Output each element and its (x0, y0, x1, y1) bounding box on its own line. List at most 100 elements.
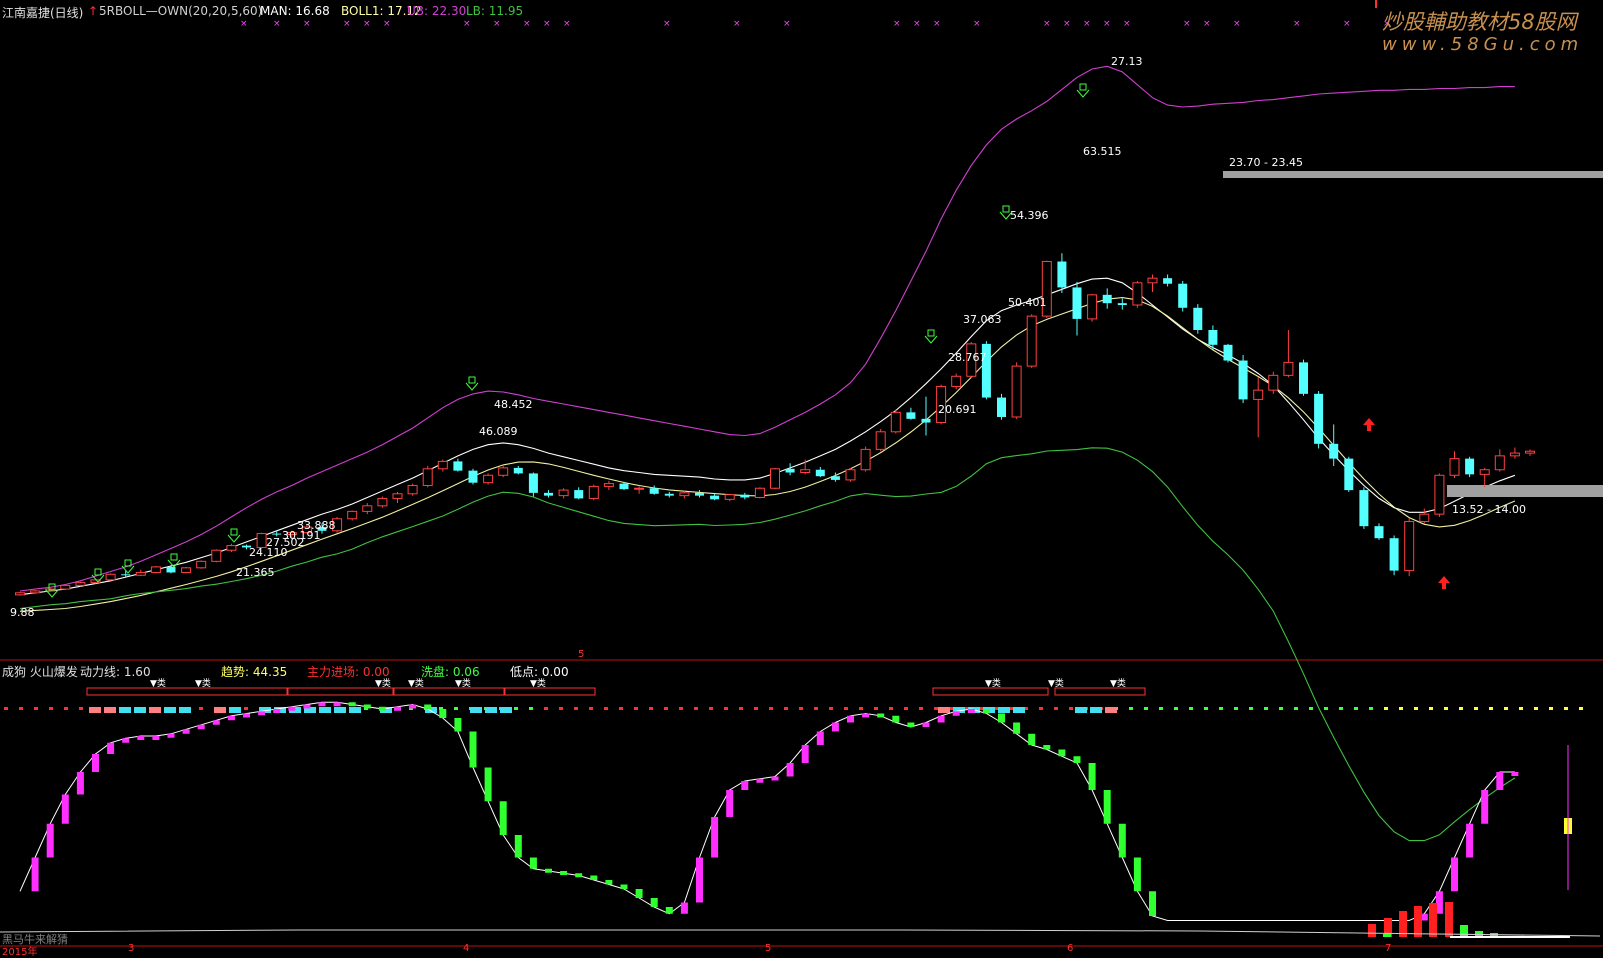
dotted-signal-dash (619, 707, 623, 710)
candle-body-up (422, 468, 433, 486)
osc-bar-up (771, 776, 779, 781)
signal-marker: × (1123, 19, 1131, 29)
dotted-signal-dash (1414, 707, 1418, 710)
candle-body-down (997, 397, 1006, 417)
signal-marker: × (1103, 19, 1111, 29)
dotted-signal-dash (1234, 707, 1238, 710)
dotted-signal-dash (589, 707, 593, 710)
osc-bar-up (967, 709, 975, 713)
osc-bar-up (197, 724, 205, 730)
osc-bar-up (107, 742, 115, 754)
osc-bar-up (31, 857, 39, 892)
state-box (485, 707, 497, 713)
candle-body-up (1434, 474, 1445, 515)
dotted-signal-dash (1564, 707, 1568, 710)
osc-bar-down (1058, 749, 1066, 757)
dotted-signal-dash (1399, 707, 1403, 710)
osc-bar-up (801, 745, 809, 763)
green-signal-bar (1460, 925, 1468, 937)
signal-marker: × (1203, 19, 1211, 29)
signal-box (504, 687, 596, 696)
candle-body-up (724, 494, 735, 500)
dotted-signal-dash (604, 707, 608, 710)
dotted-signal-dash (1264, 707, 1268, 710)
candle-body-up (75, 582, 86, 586)
osc-bar-down (439, 709, 447, 718)
osc-bar-up (952, 711, 960, 716)
osc-bar-down (1118, 823, 1126, 858)
red-signal-bar (1429, 903, 1437, 937)
osc-bar-up (394, 706, 401, 711)
osc-bar-down (907, 722, 915, 727)
dotted-signal-dash (1384, 707, 1388, 710)
candle-body-up (770, 468, 780, 489)
osc-bar-up (182, 729, 190, 734)
candle-body-down (528, 473, 538, 493)
state-box (179, 707, 191, 713)
osc-bar-down (1103, 790, 1111, 824)
osc-bar-up (92, 754, 99, 772)
oscillator-line (19, 701, 1515, 921)
osc-bar-up (1496, 772, 1504, 790)
state-box (938, 707, 950, 713)
osc-bar-down (1013, 722, 1021, 734)
candle-body-down (513, 467, 523, 474)
candle-body-up (211, 549, 222, 562)
candle-body-up (483, 474, 494, 484)
dotted-signal-dash (1279, 707, 1283, 710)
signal-marker: × (1343, 19, 1351, 29)
candle-body-down (710, 495, 720, 500)
osc-bar-up (680, 902, 688, 914)
state-box (149, 707, 161, 713)
state-box (214, 707, 226, 713)
signal-box (932, 687, 1049, 696)
dotted-signal-dash (1534, 707, 1538, 710)
candle-body-down (468, 470, 478, 483)
dotted-signal-dash (1339, 707, 1343, 710)
candle-body-down (740, 494, 750, 498)
osc-bar-up (409, 704, 417, 709)
dotted-signal-dash (1324, 707, 1328, 710)
candle-body-down (574, 490, 584, 499)
dotted-signal-dash (529, 707, 533, 710)
signal-marker-row: × × × × × × × × × × × × × × × × × × × × × × × × × × × × × (240, 19, 1391, 29)
candle-body-up (181, 567, 192, 573)
upper-band-line (19, 65, 1515, 592)
osc-bar-down (529, 857, 537, 869)
dotted-signal-dash (199, 707, 203, 710)
candle-body-down (695, 492, 704, 496)
candle-body-up (1283, 361, 1294, 376)
candle-body-down (1057, 261, 1067, 288)
candle-body-down (1208, 330, 1218, 345)
dotted-signal-dash (454, 707, 458, 710)
candle-body-up (1419, 513, 1430, 523)
osc-bar-up (816, 731, 824, 745)
price-annotation: 54.396 (1010, 209, 1049, 222)
state-box (229, 707, 241, 713)
dotted-signal-dash (814, 707, 818, 710)
resistance-zone-bar (1223, 171, 1603, 178)
signal-marker: × (493, 19, 501, 29)
dotted-signal-dash (1474, 707, 1478, 710)
candle-body-up (1132, 282, 1143, 306)
candle-body-up (679, 492, 690, 497)
osc-bar-down (892, 715, 900, 723)
candle-body-up (1449, 458, 1460, 476)
osc-bar-up (76, 772, 84, 795)
price-annotation: 63.515 (1083, 145, 1122, 158)
price-annotation: 9.88 (10, 606, 35, 619)
osc-bar-up (937, 715, 945, 723)
candle-body-up (1525, 450, 1535, 454)
candle-body-up (1087, 294, 1098, 320)
osc-bar-up (333, 702, 341, 707)
osc-bar-up (137, 736, 145, 740)
signal-marker: × (733, 19, 741, 29)
signal-marker: × (523, 19, 531, 29)
osc-bar-down (454, 718, 462, 732)
dotted-signal-dash (19, 707, 23, 710)
candle-body-down (1163, 278, 1173, 284)
osc-bar-down (1073, 756, 1081, 763)
osc-bar-up (318, 702, 326, 707)
state-box (998, 707, 1010, 713)
signal-marker: × (383, 19, 391, 29)
